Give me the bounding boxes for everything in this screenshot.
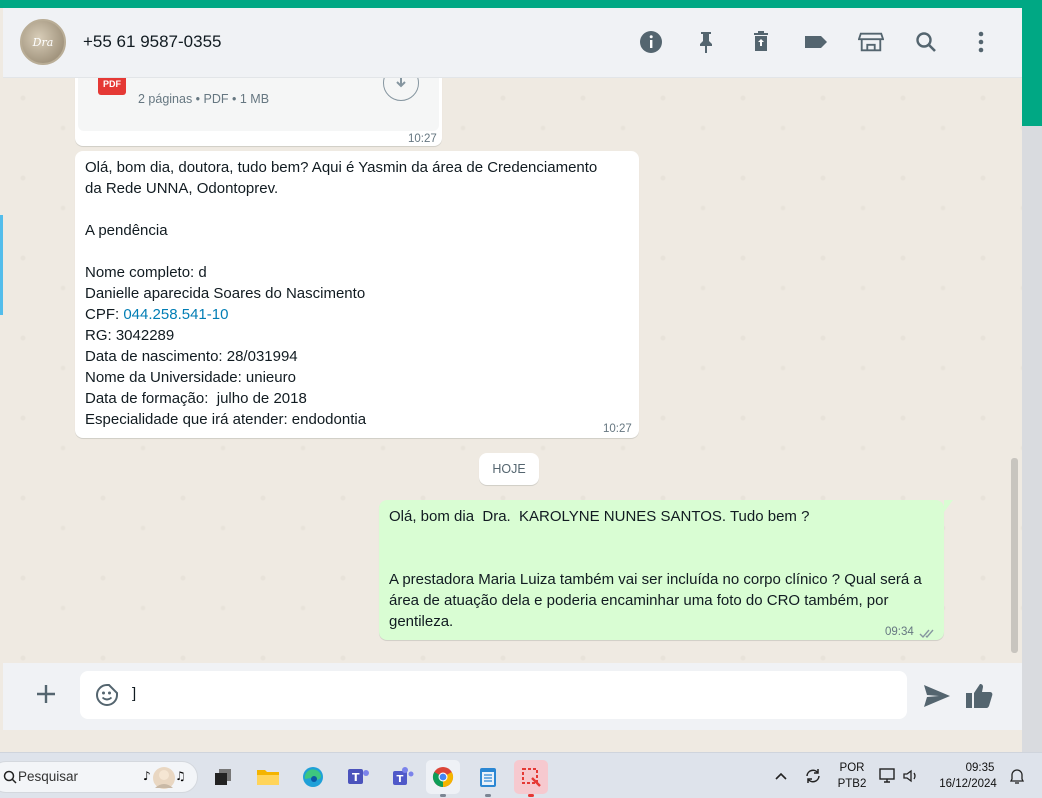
message-line: A prestadora Maria Luiza também vai ser … bbox=[389, 571, 922, 588]
message-time: 10:27 bbox=[603, 423, 632, 435]
active-app-indicator bbox=[440, 794, 446, 797]
sticker-icon[interactable] bbox=[95, 683, 119, 707]
desktop-right-accent bbox=[1022, 8, 1042, 126]
message-line: Olá, bom dia, doutora, tudo bem? Aqui é … bbox=[85, 159, 598, 176]
taskbar-search[interactable]: Pesquisar ♪ ♫ bbox=[0, 761, 198, 793]
message-line: Olá, bom dia Dra. KAROLYNE NUNES SANTOS.… bbox=[389, 508, 810, 525]
thumbs-up-icon[interactable] bbox=[965, 682, 995, 712]
document-meta: 2 páginas • PDF • 1 MB bbox=[138, 92, 270, 106]
snipping-tool-icon[interactable] bbox=[514, 760, 548, 797]
contact-name[interactable]: +55 61 9587-0355 bbox=[83, 32, 222, 52]
active-app-indicator bbox=[528, 794, 534, 797]
message-line: Especialidade que irá atender: endodonti… bbox=[85, 411, 367, 428]
open-app-indicator bbox=[485, 794, 491, 797]
teams-icon[interactable]: T bbox=[386, 760, 420, 794]
pdf-icon: PDF bbox=[98, 78, 126, 95]
message-line bbox=[85, 241, 629, 262]
pin-icon[interactable] bbox=[693, 29, 719, 55]
search-highlight-icon: ♪ ♫ bbox=[141, 764, 187, 792]
chat-area[interactable]: PDF 2 páginas • PDF • 1 MB 10:27 Olá, bo… bbox=[3, 78, 1022, 663]
delete-icon[interactable] bbox=[748, 29, 774, 55]
file-explorer-icon[interactable] bbox=[251, 760, 285, 794]
scrollbar[interactable] bbox=[1011, 458, 1018, 653]
label-icon[interactable] bbox=[803, 29, 829, 55]
outgoing-message[interactable]: Olá, bom dia Dra. KAROLYNE NUNES SANTOS.… bbox=[379, 500, 944, 640]
message-line: área de atuação dela e poderia encaminha… bbox=[389, 592, 889, 609]
taskbar-search-icon bbox=[3, 770, 17, 784]
message-line bbox=[85, 199, 629, 220]
network-icon[interactable] bbox=[879, 767, 897, 785]
message-line: A pendência bbox=[85, 222, 168, 239]
store-icon[interactable] bbox=[858, 29, 884, 55]
keyboard-layout-indicator[interactable]: PTB2 bbox=[834, 778, 870, 790]
task-view-icon[interactable] bbox=[206, 760, 240, 794]
message-line bbox=[389, 527, 934, 548]
message-line: Danielle aparecida Soares do Nascimento bbox=[85, 285, 366, 302]
sync-icon[interactable] bbox=[804, 767, 822, 785]
teams-classic-icon[interactable]: T bbox=[341, 760, 375, 794]
cpf-link[interactable]: 044.258.541-10 bbox=[123, 306, 228, 323]
message-line-cpf: CPF: 044.258.541-10 bbox=[85, 304, 629, 325]
notification-icon[interactable] bbox=[1008, 767, 1026, 785]
chevron-up-icon[interactable] bbox=[772, 767, 790, 785]
avatar-logo-text: Dra bbox=[32, 35, 54, 49]
clock-time[interactable]: 09:35 bbox=[960, 762, 1000, 774]
taskbar-search-placeholder: Pesquisar bbox=[18, 769, 79, 784]
message-input-value[interactable]: ] bbox=[132, 685, 136, 702]
volume-icon[interactable] bbox=[902, 767, 920, 785]
document-card[interactable]: PDF 2 páginas • PDF • 1 MB bbox=[78, 78, 439, 131]
desktop-top-band bbox=[0, 0, 1042, 8]
menu-icon[interactable] bbox=[968, 29, 994, 55]
svg-text:♪: ♪ bbox=[143, 769, 151, 783]
info-icon[interactable] bbox=[638, 29, 664, 55]
message-line: Nome da Universidade: unieuro bbox=[85, 369, 296, 386]
document-message[interactable]: PDF 2 páginas • PDF • 1 MB 10:27 bbox=[75, 78, 442, 146]
message-time: 09:34 bbox=[885, 626, 914, 638]
edge-icon[interactable] bbox=[296, 760, 330, 794]
send-icon[interactable] bbox=[923, 683, 951, 711]
svg-text:♫: ♫ bbox=[175, 769, 186, 783]
message-line: da Rede UNNA, Odontoprev. bbox=[85, 180, 279, 197]
message-line: Data de nascimento: 28/031994 bbox=[85, 348, 298, 365]
chrome-icon[interactable] bbox=[426, 760, 460, 797]
composer: ] bbox=[3, 663, 1022, 730]
chat-header: Dra +55 61 9587-0355 bbox=[3, 8, 1022, 78]
cpf-label: CPF: bbox=[85, 306, 124, 323]
message-time: 10:27 bbox=[408, 133, 437, 145]
message-input[interactable]: ] bbox=[80, 671, 907, 719]
incoming-message[interactable]: Olá, bom dia, doutora, tudo bem? Aqui é … bbox=[75, 151, 639, 438]
message-line: Nome completo: d bbox=[85, 264, 207, 281]
read-checkmarks-icon bbox=[919, 624, 937, 645]
attach-plus-icon[interactable] bbox=[31, 681, 61, 711]
notepad-icon[interactable] bbox=[471, 760, 505, 797]
outgoing-bubble-tail bbox=[944, 500, 953, 512]
message-line: RG: 3042289 bbox=[85, 327, 175, 344]
clock-date[interactable]: 16/12/2024 bbox=[934, 778, 1002, 790]
svg-text:T: T bbox=[352, 771, 360, 784]
svg-text:T: T bbox=[397, 774, 404, 785]
taskbar: Pesquisar ♪ ♫ T T POR PTB2 09:35 16/12/2… bbox=[0, 752, 1042, 798]
download-icon[interactable] bbox=[383, 78, 419, 101]
avatar[interactable]: Dra bbox=[20, 19, 66, 65]
search-icon[interactable] bbox=[913, 29, 939, 55]
date-divider: HOJE bbox=[479, 453, 539, 485]
message-line bbox=[389, 548, 934, 569]
language-indicator[interactable]: POR bbox=[836, 762, 868, 774]
message-line: Data de formação: julho de 2018 bbox=[85, 390, 307, 407]
chat-window: Dra +55 61 9587-0355 PDF 2 páginas • PDF… bbox=[3, 8, 1022, 730]
message-line: gentileza. bbox=[389, 613, 454, 630]
